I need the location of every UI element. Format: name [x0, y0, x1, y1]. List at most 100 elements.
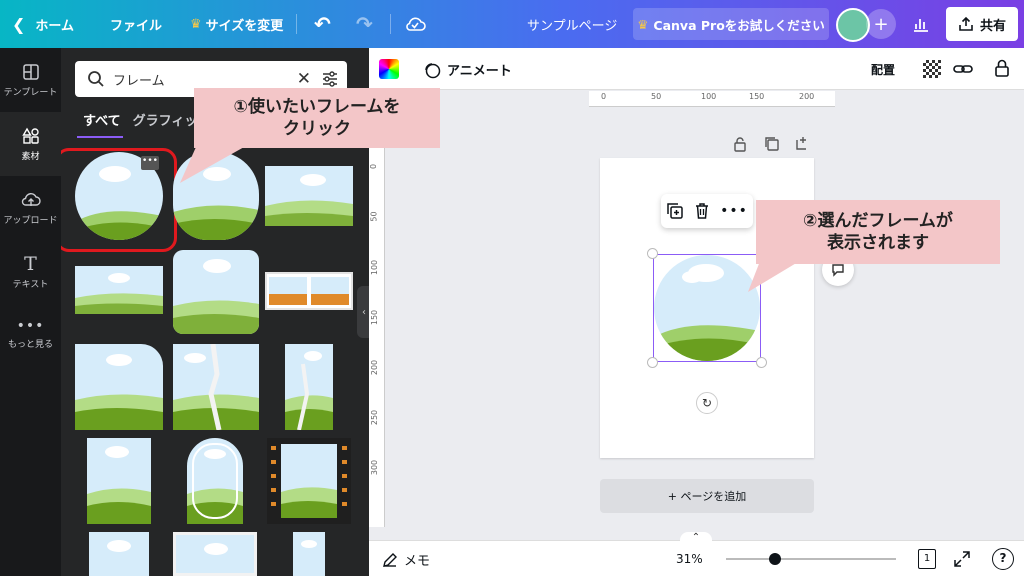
callout-step2-line1: ②選んだフレームが: [803, 211, 953, 231]
ruler-tick: 100: [370, 259, 380, 276]
more-icon: •••: [16, 317, 45, 334]
page-count-button[interactable]: 1: [918, 549, 936, 569]
transparency-icon[interactable]: [923, 60, 941, 78]
zoom-slider[interactable]: [726, 558, 896, 560]
zoom-value[interactable]: 31%: [676, 552, 703, 566]
back-home-button[interactable]: ❮ ホーム: [12, 0, 74, 48]
animate-button[interactable]: アニメート: [423, 60, 512, 79]
page-title[interactable]: サンプルページ: [527, 0, 617, 48]
text-icon: T: [24, 252, 37, 275]
resize-handle[interactable]: [647, 357, 658, 368]
rotate-handle[interactable]: ↻: [696, 392, 718, 414]
ruler-tick: 50: [651, 92, 662, 101]
ruler-tick: 200: [370, 359, 380, 376]
resize-label: サイズを変更: [205, 18, 284, 34]
ruler-tick: 300: [370, 459, 380, 476]
clear-search-icon[interactable]: ✕: [297, 69, 311, 89]
try-pro-button[interactable]: ♛ Canva Proをお試しください: [633, 8, 829, 40]
placed-frame-circle[interactable]: [654, 255, 760, 361]
trash-icon[interactable]: [694, 202, 710, 220]
frame-thumb-wide[interactable]: [75, 266, 163, 314]
cloud-save-icon[interactable]: [404, 0, 426, 48]
callout-step1-line1: ①使いたいフレームを: [233, 97, 401, 117]
page-count: 1: [923, 553, 931, 564]
search-icon: [88, 71, 104, 87]
ruler-tick: 100: [701, 92, 717, 101]
fullscreen-icon[interactable]: [953, 550, 971, 568]
resize-button[interactable]: ♛ サイズを変更: [190, 0, 283, 48]
insights-icon[interactable]: [912, 0, 930, 48]
help-button[interactable]: ?: [992, 548, 1014, 570]
color-picker-icon[interactable]: [379, 59, 399, 79]
animate-label: アニメート: [447, 64, 512, 79]
animate-icon: [425, 62, 441, 78]
pro-label: Canva Proをお試しください: [653, 17, 825, 33]
arrange-button[interactable]: 配置: [871, 61, 895, 78]
frame-thumb-torn[interactable]: [173, 344, 259, 430]
add-page-icon[interactable]: [794, 135, 810, 151]
ruler-tick: 150: [370, 309, 380, 326]
more-options-icon[interactable]: •••: [720, 203, 748, 219]
frame-thumb-partial-3[interactable]: [293, 532, 325, 576]
search-value: フレーム: [113, 73, 165, 89]
resize-handle[interactable]: [756, 357, 767, 368]
element-toolbar: •••: [661, 194, 753, 228]
add-page-button[interactable]: + ページを追加: [600, 479, 814, 513]
callout-step1: ①使いたいフレームを クリック: [194, 88, 440, 148]
ruler-tick: 150: [749, 92, 765, 101]
divider: [390, 14, 391, 34]
rail-label: もっと見る: [7, 339, 53, 350]
copy-icon[interactable]: [666, 202, 684, 220]
frame-thumb-tall-cracked[interactable]: [87, 438, 151, 524]
duplicate-page-icon[interactable]: [764, 136, 780, 152]
zoom-slider-thumb[interactable]: [769, 553, 781, 565]
frame-thumb-rounded-square[interactable]: [173, 250, 259, 334]
add-page-label: + ページを追加: [667, 490, 747, 503]
rail-item-uploads[interactable]: アップロード: [0, 176, 61, 240]
shapes-icon: [21, 127, 39, 144]
link-icon[interactable]: [953, 60, 973, 78]
cloud-upload-icon: [21, 192, 41, 206]
filter-icon[interactable]: [321, 70, 339, 88]
divider: [296, 14, 297, 34]
callout-step2-line2: 表示されます: [827, 233, 929, 253]
resize-handle[interactable]: [647, 248, 658, 259]
avatar[interactable]: [836, 8, 870, 42]
frame-thumb-film-strip[interactable]: [267, 438, 351, 524]
frame-thumb-arch[interactable]: [187, 438, 243, 524]
rail-label: テンプレート: [3, 87, 58, 98]
rail-item-text[interactable]: T テキスト: [0, 240, 61, 304]
layout-icon: [22, 63, 39, 80]
file-label: ファイル: [110, 18, 163, 34]
panel-collapse-handle[interactable]: ‹: [357, 286, 369, 338]
upload-icon: [959, 16, 973, 31]
crown-icon: ♛: [637, 16, 649, 32]
rail-item-elements[interactable]: 素材: [0, 112, 61, 176]
notes-button[interactable]: メモ: [382, 550, 430, 569]
file-menu-button[interactable]: ファイル: [110, 0, 162, 48]
frame-thumb-wavy-rect[interactable]: [265, 166, 353, 226]
lock-page-icon[interactable]: [733, 136, 747, 152]
show-pages-handle[interactable]: ⌃: [680, 532, 712, 544]
frame-thumb-film-double[interactable]: [265, 272, 353, 310]
ruler-tick: 250: [370, 409, 380, 426]
help-label: ?: [999, 551, 1007, 565]
frame-thumb-partial-2[interactable]: [173, 532, 257, 576]
frame-thumb-partial-1[interactable]: [89, 532, 149, 576]
crown-icon: ♛: [190, 16, 202, 32]
ruler-tick: 50: [369, 211, 379, 222]
frame-thumb-narrow[interactable]: [285, 344, 333, 430]
share-label: 共有: [979, 18, 1006, 34]
rail-item-more[interactable]: ••• もっと見る: [0, 302, 61, 366]
ruler-tick: 0: [369, 163, 379, 170]
redo-icon[interactable]: ↷: [356, 0, 373, 48]
share-button[interactable]: 共有: [946, 7, 1018, 41]
rail-item-templates[interactable]: テンプレート: [0, 48, 61, 112]
frame-thumb-tab-shape[interactable]: [75, 344, 163, 430]
undo-icon[interactable]: ↶: [314, 0, 331, 48]
horizontal-ruler: 0 50 100 150 200: [589, 91, 835, 107]
add-collaborator-icon[interactable]: +: [866, 9, 896, 39]
callout-step2: ②選んだフレームが 表示されます: [756, 200, 1000, 264]
lock-icon[interactable]: [994, 58, 1010, 78]
tab-all[interactable]: すべて: [83, 110, 121, 129]
